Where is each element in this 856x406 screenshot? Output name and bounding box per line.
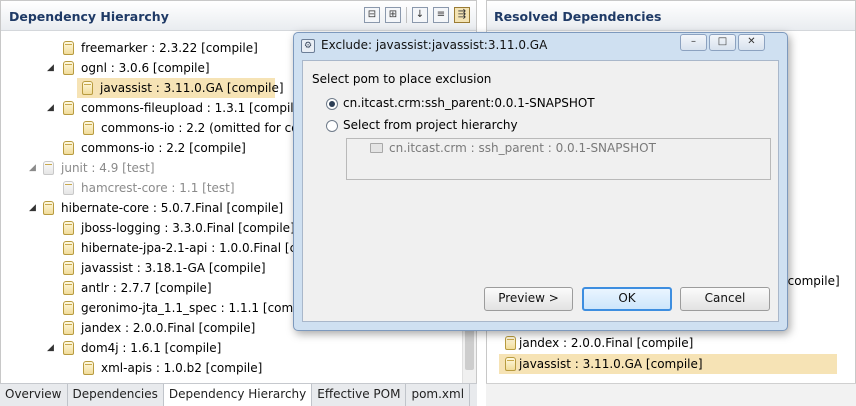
jar-icon <box>63 321 74 335</box>
hierarchy-item[interactable]: cn.itcast.crm : ssh_parent : 0.0.1-SNAPS… <box>389 141 656 155</box>
resolved-row[interactable]: jandex : 2.0.0.Final [compile] <box>499 333 839 353</box>
resolved-row-selected[interactable]: javassist : 3.11.0.GA [compile] <box>499 354 837 374</box>
preview-button[interactable]: Preview > <box>484 287 573 311</box>
resolved-row-partial[interactable]: [compile] <box>783 271 853 291</box>
expand-all-icon[interactable]: ⊞ <box>385 7 401 23</box>
tree-row-label: hamcrest-core : 1.1 [test] <box>81 181 235 195</box>
ok-button[interactable]: OK <box>582 287 672 311</box>
tree-row-label: antlr : 2.7.7 [compile] <box>81 281 212 295</box>
sort-az-icon[interactable]: ↓ <box>412 7 428 23</box>
tree-row-label: commons-io : 2.2 [compile] <box>81 141 246 155</box>
dialog-titlebar[interactable]: ⚙ Exclude: javassist:javassist:3.11.0.GA… <box>294 33 787 59</box>
tab-effective-pom[interactable]: Effective POM <box>312 384 407 406</box>
jar-icon <box>63 141 74 155</box>
jar-icon <box>63 221 74 235</box>
exclude-dialog: ⚙ Exclude: javassist:javassist:3.11.0.GA… <box>293 32 788 331</box>
tree-row-label: jandex : 2.0.0.Final [compile] <box>81 321 256 335</box>
panel-header: Dependency Hierarchy ⊟ ⊞ ↓ ≡ ⇶ <box>1 1 476 31</box>
tree-row-label: jboss-logging : 3.3.0.Final [compile] <box>81 221 295 235</box>
jar-icon <box>505 336 516 350</box>
tree-row-label: junit : 4.9 [test] <box>61 161 155 175</box>
jar-icon <box>63 261 74 275</box>
expanded-arrow-icon[interactable]: ◢ <box>47 58 54 78</box>
dialog-body: Select pom to place exclusion cn.itcast.… <box>302 60 779 322</box>
jar-icon <box>43 161 54 175</box>
exclusion-prompt: Select pom to place exclusion <box>312 72 492 86</box>
jar-icon <box>63 281 74 295</box>
tab-pom-xml[interactable]: pom.xml <box>406 384 471 406</box>
toolbar-separator <box>406 7 407 23</box>
jar-icon <box>63 61 74 75</box>
resolved-row-label: [compile] <box>783 274 840 288</box>
tree-row[interactable]: xml-apis : 1.0.b2 [compile] <box>1 358 462 378</box>
tab-dependencies[interactable]: Dependencies <box>68 384 164 406</box>
jar-icon <box>63 301 74 315</box>
cancel-button[interactable]: Cancel <box>680 287 770 311</box>
panel-title: Dependency Hierarchy <box>9 9 169 24</box>
jar-icon <box>63 41 74 55</box>
tree-row-label: freemarker : 2.3.22 [compile] <box>81 41 258 55</box>
maximize-icon[interactable]: □ <box>709 34 736 51</box>
jar-icon <box>63 101 74 115</box>
jar-icon <box>63 241 74 255</box>
radio-pom-label[interactable]: cn.itcast.crm:ssh_parent:0.0.1-SNAPSHOT <box>343 96 595 110</box>
close-icon[interactable]: ✕ <box>738 34 765 51</box>
tab-dependency-hierarchy[interactable]: Dependency Hierarchy <box>163 384 313 406</box>
radio-hierarchy[interactable] <box>326 120 338 132</box>
expanded-arrow-icon[interactable]: ◢ <box>47 98 54 118</box>
right-panel-footer <box>486 383 856 406</box>
tree-row-label: commons-fileupload : 1.3.1 [compile] <box>81 101 306 115</box>
dialog-title: Exclude: javassist:javassist:3.11.0.GA <box>321 38 548 52</box>
jar-icon <box>83 121 94 135</box>
tree-row-label: dom4j : 1.6.1 [compile] <box>81 341 222 355</box>
folder-icon <box>370 143 383 153</box>
jar-icon <box>63 341 74 355</box>
tree-row-label: hibernate-core : 5.0.7.Final [compile] <box>61 201 284 215</box>
tree-row[interactable]: ◢ dom4j : 1.6.1 [compile] <box>1 338 462 358</box>
tree-row-label: javassist : 3.11.0.GA [compile] <box>100 81 284 95</box>
jar-icon <box>82 81 93 95</box>
radio-hierarchy-label[interactable]: Select from project hierarchy <box>343 118 518 132</box>
hierarchy-toolbar: ⊟ ⊞ ↓ ≡ ⇶ <box>364 7 470 23</box>
resolved-row-label: javassist : 3.11.0.GA [compile] <box>519 357 703 371</box>
jar-icon <box>83 361 94 375</box>
jar-icon <box>505 357 516 371</box>
tree-row-selected[interactable]: javassist : 3.11.0.GA [compile] <box>77 78 284 98</box>
tree-row-label: xml-apis : 1.0.b2 [compile] <box>101 361 263 375</box>
jar-icon <box>63 181 74 195</box>
tree-row-label: ognl : 3.0.6 [compile] <box>81 61 210 75</box>
tree-row-label: javassist : 3.18.1-GA [compile] <box>81 261 266 275</box>
expanded-arrow-icon[interactable]: ◢ <box>47 338 54 358</box>
editor-tabbar: Overview Dependencies Dependency Hierarc… <box>0 383 477 406</box>
radio-pom[interactable] <box>326 98 338 110</box>
tab-overview[interactable]: Overview <box>0 384 68 406</box>
panel-title: Resolved Dependencies <box>494 9 662 24</box>
project-hierarchy-tree[interactable]: cn.itcast.crm : ssh_parent : 0.0.1-SNAPS… <box>346 138 771 180</box>
filter-icon[interactable]: ⇶ <box>454 7 470 23</box>
collapse-all-icon[interactable]: ⊟ <box>364 7 380 23</box>
tree-row-label: geronimo-jta_1.1_spec : 1.1.1 [compile] <box>81 301 320 315</box>
minimize-icon[interactable]: – <box>680 34 707 51</box>
panel-header: Resolved Dependencies <box>487 1 855 31</box>
expanded-arrow-icon[interactable]: ◢ <box>29 198 36 218</box>
resolved-row-label: jandex : 2.0.0.Final [compile] <box>519 336 694 350</box>
show-groups-icon[interactable]: ≡ <box>433 7 449 23</box>
dialog-app-icon: ⚙ <box>301 39 315 53</box>
expanded-arrow-icon[interactable]: ◢ <box>29 158 36 178</box>
jar-icon <box>43 201 54 215</box>
